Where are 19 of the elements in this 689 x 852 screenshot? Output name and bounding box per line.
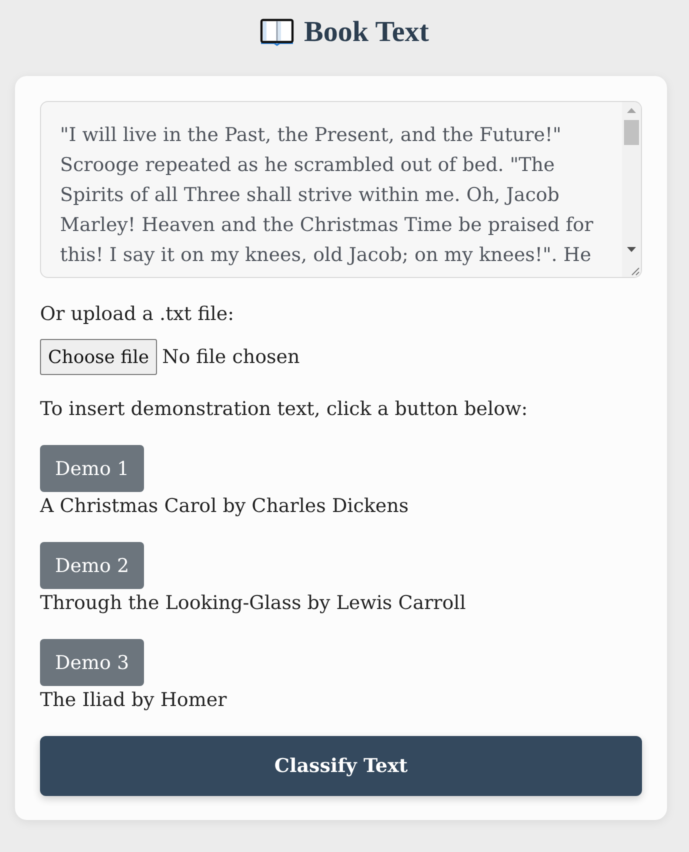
choose-file-button[interactable]: Choose file (40, 339, 158, 375)
demo-caption: The Iliad by Homer (40, 688, 227, 713)
page-title: Book Text (304, 15, 429, 50)
demo-button[interactable]: Demo 3 (40, 639, 144, 686)
scroll-up-icon[interactable] (627, 108, 636, 113)
upload-label: Or upload a .txt file: (40, 302, 235, 327)
file-status-text: No file chosen (162, 345, 300, 370)
scrollbar[interactable] (622, 102, 641, 258)
demo-button[interactable]: Demo 1 (40, 445, 144, 492)
text-input-field[interactable]: "I will live in the Past, the Present, and the Future!" Scrooge repeated as he scrambled out of bed. "The Spirits of all Three shall strive within me. Oh, Jacob Marley! Heaven and the Christmas Time be praised for this! I say it on my knees, old Jacob; on my knees!". He (40, 101, 642, 278)
classify-text-button[interactable]: Classify Text (40, 736, 642, 796)
scrollbar-thumb[interactable] (624, 120, 639, 145)
resize-grip-icon[interactable] (622, 258, 641, 277)
demo-instructions: To insert demonstration text, click a button below: (40, 397, 529, 422)
demo-caption: A Christmas Carol by Charles Dickens (40, 494, 409, 519)
scroll-down-icon[interactable] (627, 247, 636, 252)
demo-button[interactable]: Demo 2 (40, 542, 144, 589)
demo-caption: Through the Looking-Glass by Lewis Carroll (40, 591, 466, 616)
open-book-icon (260, 18, 294, 46)
